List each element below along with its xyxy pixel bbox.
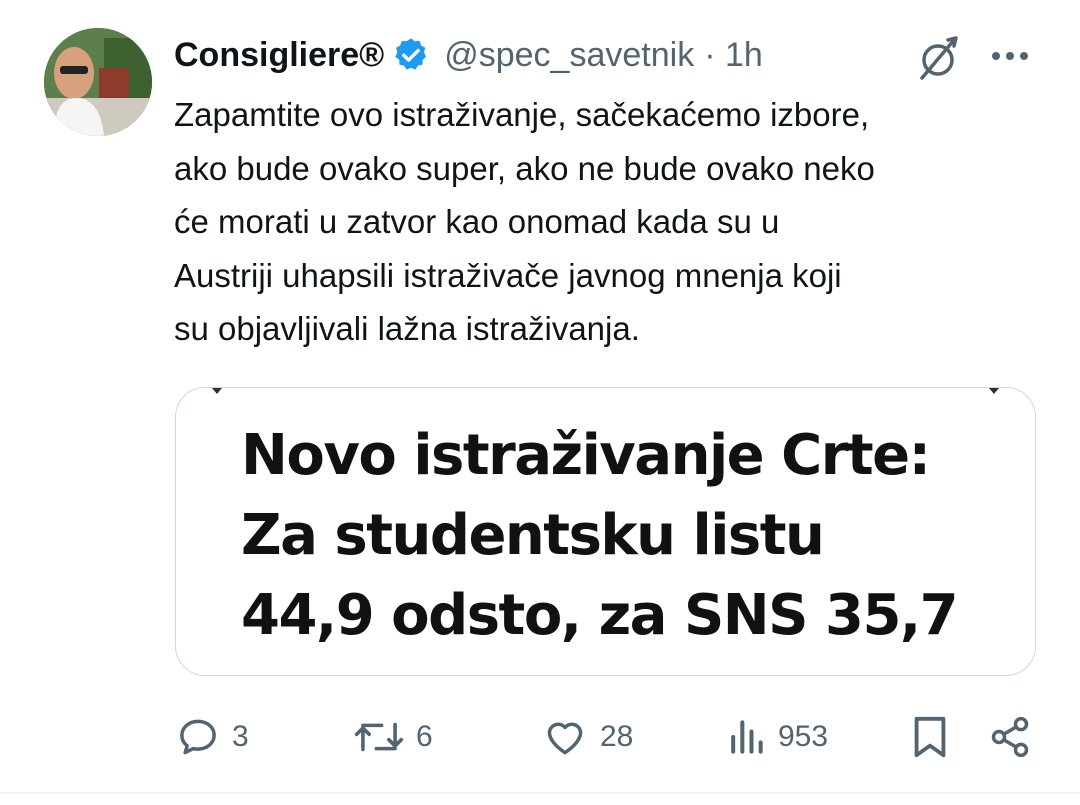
tweet-text: Zapamtite ovo istraživanje, sačekaćemo i…	[174, 88, 1034, 356]
reply-count: 3	[232, 720, 249, 753]
views-button[interactable]: 953	[726, 705, 828, 769]
avatar-photo	[44, 28, 152, 136]
tweet-text-line: Austriji uhapsili istraživače javnog mne…	[174, 256, 842, 294]
like-button[interactable]: 28	[542, 705, 633, 769]
share-icon	[991, 716, 1029, 758]
image-corner-mark	[212, 388, 222, 394]
tweet-text-line: su objavljivali lažna istraživanja.	[174, 310, 640, 347]
tweet-text-line: će morati u zatvor kao onomad kada su u	[174, 203, 780, 240]
headline-line: Za studentsku listu	[241, 503, 825, 568]
author-handle[interactable]: @spec_savetnik	[444, 36, 694, 75]
verified-badge-icon	[395, 38, 427, 70]
image-corner-mark	[989, 388, 999, 394]
repost-icon	[354, 722, 404, 752]
headline-line: 44,9 odsto, za SNS 35,7	[241, 583, 959, 648]
headline-line: Novo istraživanje Crte:	[241, 423, 931, 488]
tweet-text-line: Zapamtite ovo istraživanje, sačekaćemo i…	[174, 96, 870, 133]
tweet-time[interactable]: · 1h	[704, 36, 763, 75]
like-icon	[547, 722, 583, 755]
author-name[interactable]: Consigliere®	[174, 36, 384, 75]
more-icon[interactable]	[988, 38, 1032, 74]
divider	[0, 792, 1080, 794]
tweet-text-line: ako bude ovako super, ako ne bude ovako …	[174, 149, 875, 187]
repost-count: 6	[416, 720, 433, 753]
media-card[interactable]: Novo istraživanje Crte: Za studentsku li…	[175, 387, 1036, 676]
media-headline: Novo istraživanje Crte: Za studentsku li…	[241, 416, 959, 656]
reply-icon	[180, 719, 216, 755]
grok-icon[interactable]	[914, 34, 962, 82]
avatar[interactable]	[44, 28, 152, 136]
tweet-header: Consigliere® @spec_savetnik · 1h	[174, 30, 763, 80]
repost-button[interactable]: 6	[354, 705, 433, 769]
bookmark-button[interactable]	[910, 705, 950, 769]
views-icon	[731, 720, 763, 754]
action-bar: 3 6 28 953	[0, 705, 1080, 769]
like-count: 28	[600, 720, 634, 753]
reply-button[interactable]: 3	[176, 705, 249, 769]
views-count: 953	[778, 720, 829, 753]
share-button[interactable]	[988, 705, 1032, 769]
bookmark-icon	[914, 716, 946, 758]
